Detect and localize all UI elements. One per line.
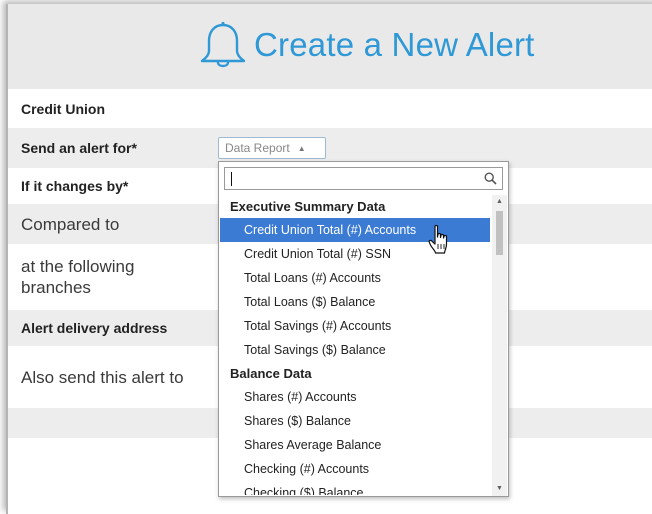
option-shares-balance[interactable]: Shares ($) Balance <box>220 409 490 433</box>
group-label-executive: Executive Summary Data <box>230 199 386 214</box>
option-shares-accounts[interactable]: Shares (#) Accounts <box>220 385 490 409</box>
option-shares-average-balance[interactable]: Shares Average Balance <box>220 433 490 457</box>
dropdown-list[interactable]: Executive Summary Data Credit Union Tota… <box>218 161 509 497</box>
header-bar: Create a New Alert <box>8 4 652 89</box>
also-send-label: Also send this alert to <box>21 367 184 387</box>
option-total-loans-balance[interactable]: Total Loans ($) Balance <box>220 290 490 314</box>
option-total-savings-accounts[interactable]: Total Savings (#) Accounts <box>220 314 490 338</box>
changes-by-label: If it changes by* <box>21 178 129 194</box>
bell-icon <box>200 21 246 68</box>
row-credit-union: Credit Union <box>8 89 652 128</box>
text-cursor <box>231 172 232 186</box>
group-label-balance: Balance Data <box>230 366 312 381</box>
search-input[interactable] <box>229 169 469 188</box>
compared-to-label: Compared to <box>21 214 120 234</box>
scroll-down-icon[interactable]: ▼ <box>492 482 507 496</box>
option-total-loans-accounts[interactable]: Total Loans (#) Accounts <box>220 266 490 290</box>
scroll-up-icon[interactable]: ▲ <box>492 195 507 209</box>
branches-label: at the following branches <box>21 257 135 297</box>
title-group: Create a New Alert <box>198 21 535 69</box>
delivery-label: Alert delivery address <box>21 320 168 336</box>
option-checking-accounts[interactable]: Checking (#) Accounts <box>220 457 490 481</box>
dropdown-scrollbar[interactable]: ▲ ▼ <box>492 195 507 496</box>
caret-up-icon: ▲ <box>297 143 306 153</box>
hand-cursor-icon <box>428 224 448 254</box>
credit-union-label: Credit Union <box>21 100 105 117</box>
data-report-select[interactable]: Data Report ▲ <box>218 137 326 159</box>
search-icon <box>484 172 497 185</box>
send-alert-label: Send an alert for* <box>21 140 137 156</box>
scroll-thumb[interactable] <box>496 211 503 255</box>
page-title: Create a New Alert <box>254 26 535 63</box>
dropdown-search[interactable] <box>224 167 503 190</box>
select-value: Data Report <box>225 141 290 155</box>
option-total-savings-balance[interactable]: Total Savings ($) Balance <box>220 338 490 362</box>
option-checking-balance[interactable]: Checking ($) Balance <box>220 481 490 495</box>
